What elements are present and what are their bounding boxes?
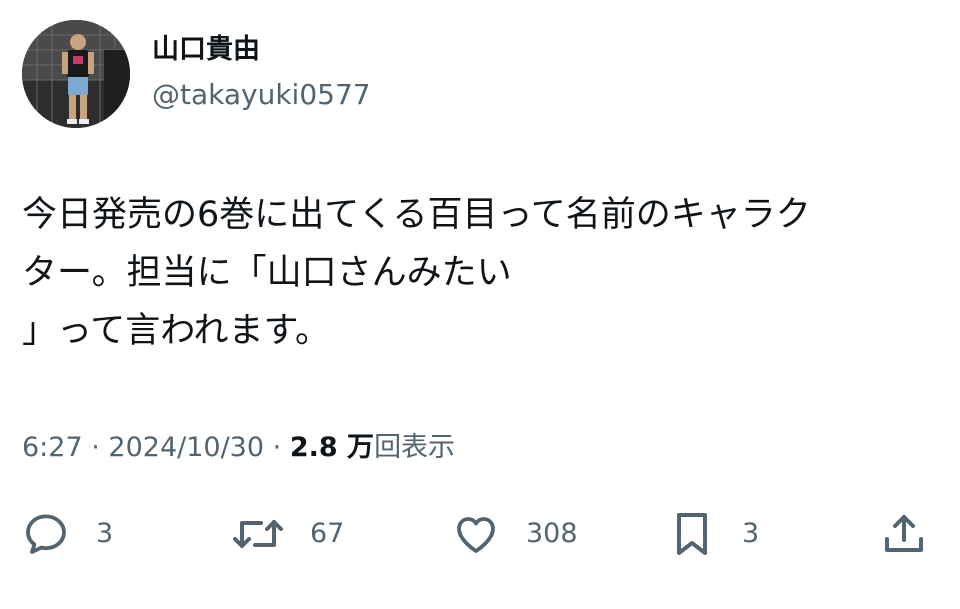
action-bar: 3 67 308 3 [0,508,960,560]
views-label: 回表示 [374,432,456,463]
retweet-count: 67 [310,518,345,549]
like-button[interactable]: 308 [452,508,578,560]
bookmark-button[interactable]: 3 [668,508,759,560]
tweet-date[interactable]: 2024/10/30 [108,432,264,463]
reply-icon [26,514,66,554]
like-count: 308 [526,518,578,549]
reply-button[interactable]: 3 [22,508,113,560]
bookmark-count: 3 [742,518,760,549]
bookmark-icon [677,513,707,555]
avatar[interactable] [22,20,130,128]
views-count: 2.8 万 [289,432,375,463]
meta-separator: · [272,432,282,463]
avatar-photo [22,20,130,128]
tweet-line: 今日発売の6巻に出てくる百目って名前のキャラク [22,195,811,235]
user-handle[interactable]: @takayuki0577 [152,76,371,114]
retweet-icon [233,520,283,548]
heart-icon [457,517,495,553]
tweet-meta: 6:27 · 2024/10/30 · 2.8 万回表示 [22,428,455,468]
retweet-button[interactable]: 67 [232,508,344,560]
share-icon [885,515,923,552]
share-button[interactable] [880,508,928,560]
reply-count: 3 [96,518,114,549]
tweet-line: 」って言われます。 [22,311,331,351]
tweet-time[interactable]: 6:27 [22,432,83,463]
tweet-text: 今日発売の6巻に出てくる百目って名前のキャラク ター。担当に「山口さんみたい 」… [22,186,942,360]
meta-separator: · [91,432,100,463]
tweet-line: ター。担当に「山口さんみたい [22,253,512,293]
display-name[interactable]: 山口貴由 [152,32,260,68]
